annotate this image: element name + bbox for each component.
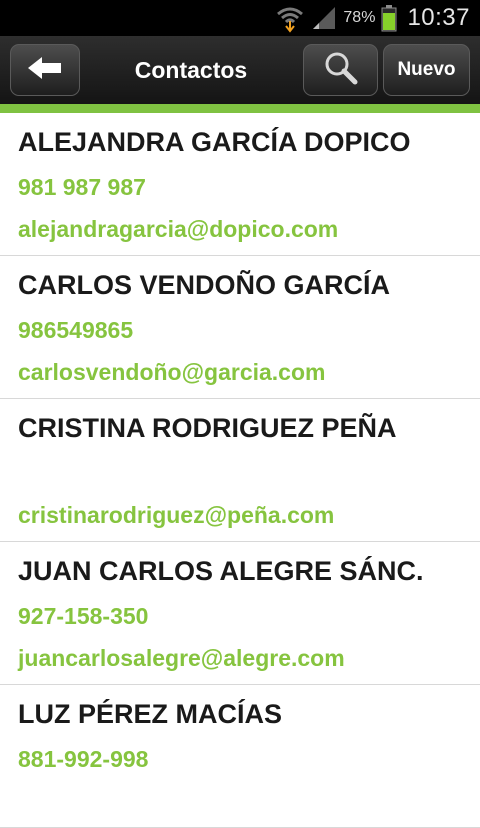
contact-item[interactable]: JUAN CARLOS ALEGRE SÁNC. 927-158-350 jua… <box>0 542 480 685</box>
back-button[interactable] <box>10 44 80 96</box>
contact-list: ALEJANDRA GARCÍA DOPICO 981 987 987 alej… <box>0 113 480 828</box>
wifi-icon <box>275 3 305 33</box>
contact-phone: 881-992-998 <box>18 746 149 772</box>
contact-name: LUZ PÉREZ MACÍAS <box>18 699 283 729</box>
contact-phone: 927-158-350 <box>18 603 149 629</box>
back-arrow-icon <box>26 55 64 86</box>
signal-icon <box>311 5 337 31</box>
status-icons: 78% 10:37 <box>275 0 470 36</box>
contact-name: JUAN CARLOS ALEGRE SÁNC. <box>18 556 424 586</box>
clock: 10:37 <box>407 4 470 31</box>
new-contact-button[interactable]: Nuevo <box>383 44 470 96</box>
contact-item[interactable]: CRISTINA RODRIGUEZ PEÑA cristinarodrigue… <box>0 399 480 542</box>
search-button[interactable] <box>303 44 378 96</box>
contact-phone: 981 987 987 <box>18 174 146 200</box>
battery-percent: 78% <box>343 9 376 26</box>
contact-phone: 986549865 <box>18 317 134 343</box>
contact-item[interactable]: LUZ PÉREZ MACÍAS 881-992-998 <box>0 685 480 828</box>
accent-divider <box>0 104 480 113</box>
contact-item[interactable]: CARLOS VENDOÑO GARCÍA 986549865 carlosve… <box>0 256 480 399</box>
contact-email: cristinarodriguez@peña.com <box>18 502 335 528</box>
search-icon <box>323 50 359 91</box>
contact-name: ALEJANDRA GARCÍA DOPICO <box>18 127 411 157</box>
contact-item[interactable]: ALEJANDRA GARCÍA DOPICO 981 987 987 alej… <box>0 113 480 256</box>
contact-email: alejandragarcia@dopico.com <box>18 216 339 242</box>
contact-name: CRISTINA RODRIGUEZ PEÑA <box>18 413 397 443</box>
page-title: Contactos <box>134 56 248 83</box>
status-bar: 78% 10:37 <box>0 0 480 36</box>
contact-name: CARLOS VENDOÑO GARCÍA <box>18 270 391 300</box>
battery-icon <box>381 4 397 32</box>
contact-email: carlosvendoño@garcia.com <box>18 359 326 385</box>
contact-email: juancarlosalegre@alegre.com <box>18 645 345 671</box>
